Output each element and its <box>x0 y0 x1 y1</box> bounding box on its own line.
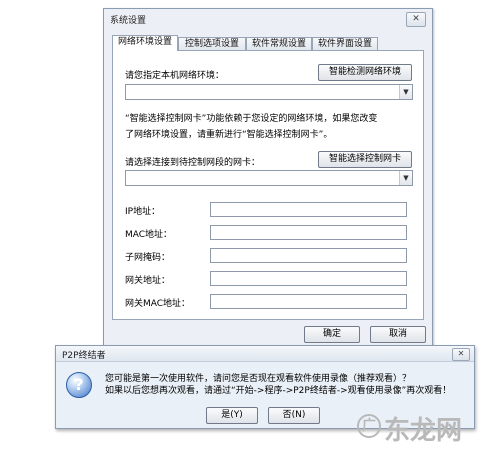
tab-interface-settings[interactable]: 软件界面设置 <box>312 37 378 50</box>
settings-window: 系统设置 ✕ 网络环境设置 控制选项设置 软件常规设置 软件界面设置 请您指定本… <box>103 8 433 350</box>
tab-panel: 请您指定本机网络环境： 智能检测网络环境 ▼ “智能选择控制网卡”功能依赖于您设… <box>112 50 424 320</box>
network-env-select[interactable]: ▼ <box>125 84 413 100</box>
chevron-down-icon[interactable]: ▼ <box>399 171 412 185</box>
gateway-mac-label: 网关MAC地址： <box>125 299 191 309</box>
subnet-mask-field[interactable] <box>210 248 407 263</box>
tab-network-settings[interactable]: 网络环境设置 <box>112 35 178 51</box>
mac-field[interactable] <box>210 225 407 240</box>
ok-button[interactable]: 确定 <box>304 326 360 343</box>
smart-select-nic-button[interactable]: 智能选择控制网卡 <box>318 151 412 168</box>
window-title: 系统设置 <box>110 16 147 26</box>
gateway-mac-field[interactable] <box>210 294 407 309</box>
watermark-badge: 广 <box>357 414 381 438</box>
subnet-mask-label: 子网掩码： <box>125 253 171 263</box>
ip-label: IP地址： <box>125 207 161 217</box>
nic-label: 请选择连接到待控制网段的网卡： <box>125 158 261 168</box>
dialog-message-line-2: 如果以后您想再次观看，请通过“开始->程序->P2P终结者->观看使用录像”再次… <box>105 386 452 396</box>
mac-label: MAC地址： <box>125 230 173 240</box>
cancel-button[interactable]: 取消 <box>370 326 426 343</box>
close-icon[interactable]: ✕ <box>452 348 470 361</box>
note-line-2: 了网络环境设置，请重新进行“智能选择控制网卡”。 <box>125 130 333 140</box>
detect-network-button[interactable]: 智能检测网络环境 <box>318 64 412 81</box>
tab-general-settings[interactable]: 软件常规设置 <box>246 37 312 50</box>
dialog-title: P2P终结者 <box>62 351 106 361</box>
gateway-label: 网关地址： <box>125 276 171 286</box>
ip-field[interactable] <box>210 202 407 217</box>
dialog-titlebar <box>56 346 474 362</box>
yes-button[interactable]: 是(Y) <box>206 407 258 424</box>
close-icon[interactable]: ✕ <box>406 12 426 27</box>
gateway-field[interactable] <box>210 271 407 286</box>
question-icon: ? <box>66 372 92 398</box>
network-env-label: 请您指定本机网络环境： <box>125 71 225 81</box>
nic-select[interactable]: ▼ <box>125 170 413 186</box>
watermark-text: 东龙网 <box>384 416 463 446</box>
note-line-1: “智能选择控制网卡”功能依赖于您设定的网络环境，如果您改变 <box>125 114 378 124</box>
chevron-down-icon[interactable]: ▼ <box>399 85 412 99</box>
tab-control-options[interactable]: 控制选项设置 <box>178 37 246 50</box>
no-button[interactable]: 否(N) <box>268 407 320 424</box>
